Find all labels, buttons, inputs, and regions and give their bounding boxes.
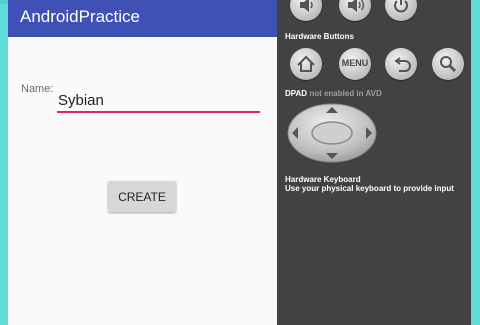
create-button[interactable]: CREATE [108, 181, 176, 212]
dpad-note: not enabled in AVD [309, 89, 382, 98]
volume-down-button[interactable] [290, 0, 322, 21]
dpad[interactable] [287, 103, 377, 163]
menu-label: MENU [341, 58, 369, 68]
search-button[interactable] [432, 48, 464, 80]
emulator-screen: AndroidPractice Name: CREATE [8, 0, 277, 325]
search-icon [440, 56, 457, 73]
app-title: AndroidPractice [20, 7, 141, 26]
volume-down-icon [300, 0, 313, 12]
back-button[interactable] [385, 48, 417, 80]
volume-up-button[interactable] [339, 0, 371, 21]
dpad-title-text: DPAD [285, 89, 308, 98]
hardware-keyboard-description: Use your physical keyboard to provide in… [285, 184, 454, 193]
hardware-keyboard-title: Hardware Keyboard [285, 175, 361, 184]
window-border-right [471, 0, 480, 325]
name-label: Name: [21, 83, 54, 95]
home-button[interactable] [290, 48, 322, 80]
volume-up-icon [348, 0, 365, 12]
dpad-center-button[interactable] [311, 121, 353, 145]
dpad-title: DPAD not enabled in AVD [285, 89, 382, 98]
menu-button[interactable]: MENU [339, 48, 371, 80]
app-bar: AndroidPractice [8, 0, 277, 37]
name-input[interactable] [57, 89, 260, 113]
power-icon [394, 0, 408, 13]
home-icon [297, 55, 315, 72]
back-icon [394, 57, 411, 72]
power-button[interactable] [385, 0, 417, 21]
hardware-buttons-title: Hardware Buttons [285, 32, 354, 41]
